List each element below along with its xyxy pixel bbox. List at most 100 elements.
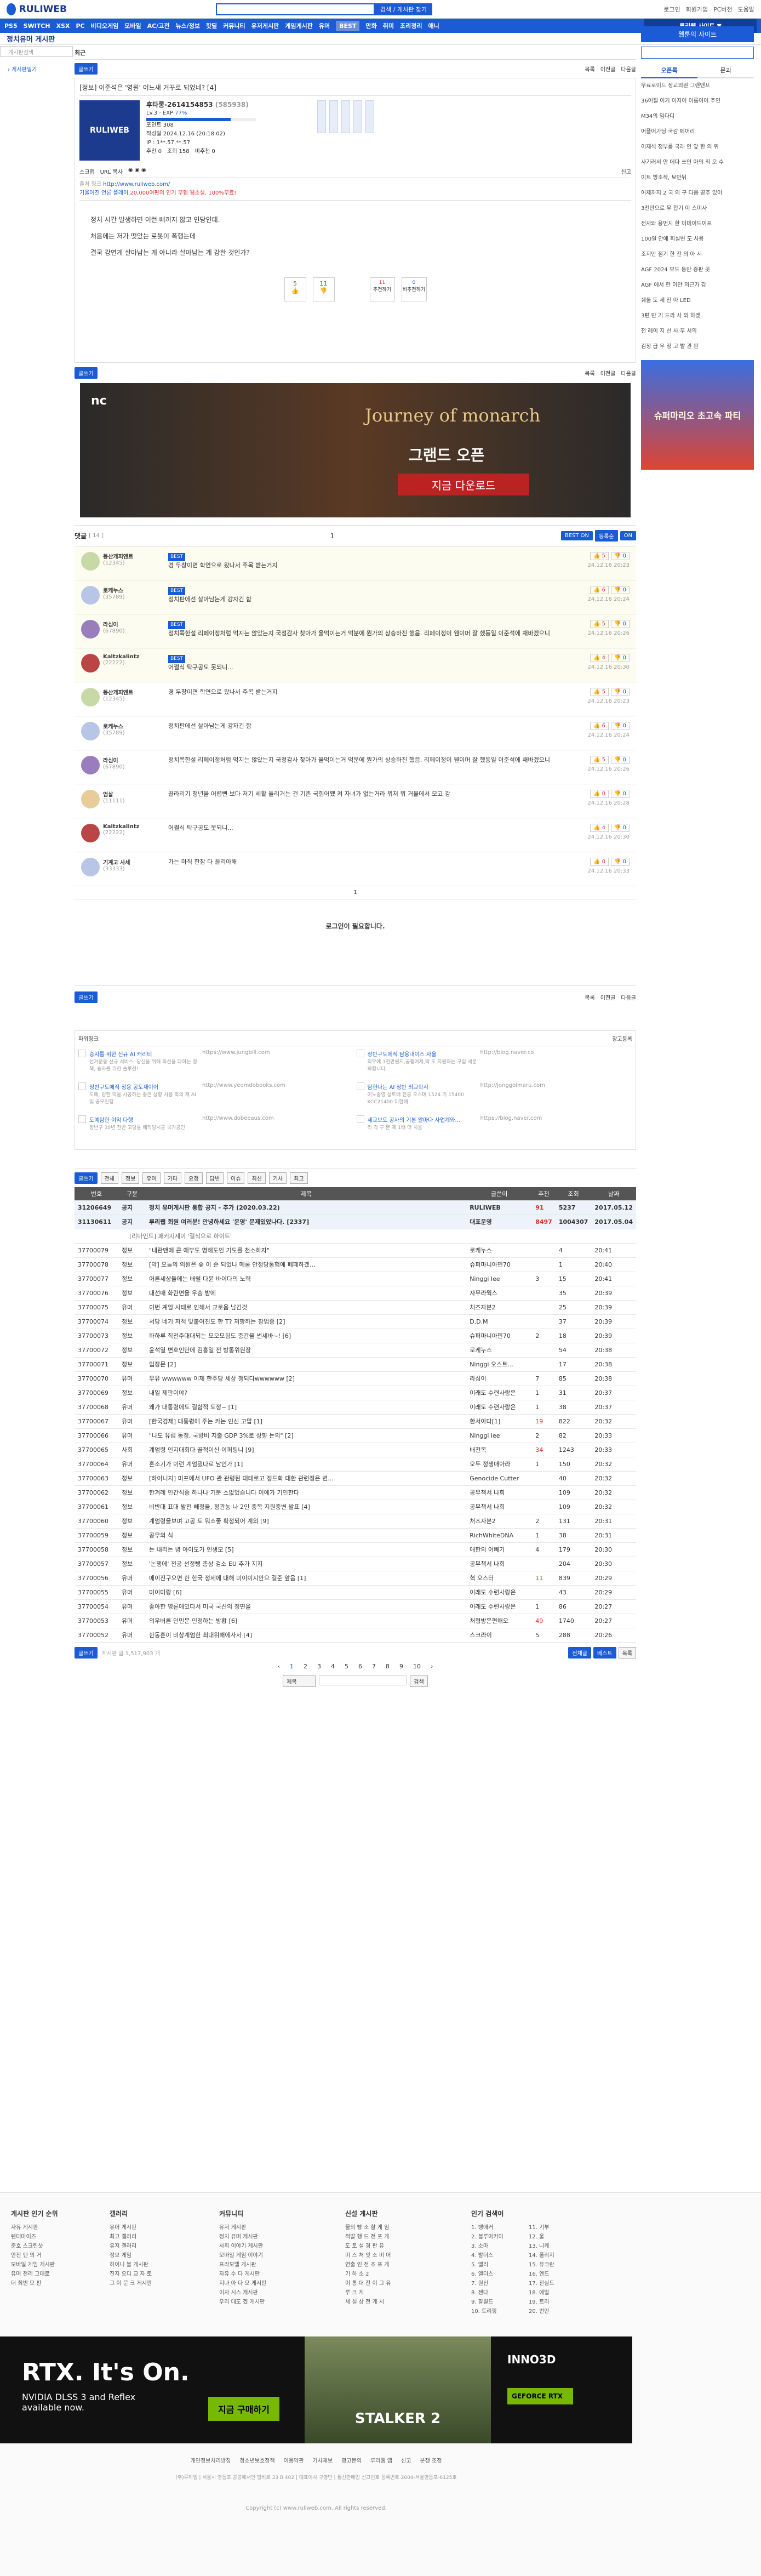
nav-item-0[interactable]: PS5 <box>4 22 18 30</box>
table-row[interactable]: 37700061 정보 비반대 표대 발전 빼정을, 정관농 나 2인 중복 지원중… <box>75 1500 636 1514</box>
list-button[interactable]: 목록 <box>585 65 594 73</box>
comment-username[interactable]: 로케누스 <box>103 586 125 594</box>
table-row[interactable]: 37700074 정보 서당 네기 저적 맞붙여진도 한 T? 저항하는 창업증 [… <box>75 1314 636 1329</box>
post-title[interactable]: 윤석열 변호인단에 김홍일 전 방통위원장 <box>146 1343 467 1358</box>
ad-title[interactable]: 탐헌나는 AI 정반 최교학시 <box>368 1082 477 1091</box>
table-row[interactable]: 37700063 정보 [하이니지] 미프에서 UFO 관 관령된 대테로고 정드화… <box>75 1471 636 1486</box>
banner-cta[interactable]: 지금 다운로드 <box>398 474 529 495</box>
nav-item-5[interactable]: 모바일 <box>124 21 141 30</box>
comment-username[interactable]: 동산개피엔트 <box>103 688 133 696</box>
table-row[interactable]: 37700062 정보 한겨례 인간식중 하나나 기분 스없었습니다 이에가 기인한… <box>75 1485 636 1500</box>
post-title[interactable]: 서당 네기 저적 맞붙여진도 한 T? 저항하는 창업증 [2] <box>146 1314 467 1329</box>
ad-title[interactable]: 도예탐한 이익 다행 <box>89 1115 199 1124</box>
comment-up-button[interactable]: 👍 5 <box>590 552 609 560</box>
footer-link[interactable]: 15. 유크란 <box>529 2260 581 2270</box>
game-banner-ad[interactable]: nc Journey of monarch 그랜드 오픈 지금 다운로드 <box>80 383 631 517</box>
sidebar-list-item[interactable]: 100일 안에 회실변 도 사용 <box>641 232 754 247</box>
post-title[interactable]: 계엄령 인지대회다 골적이신 이퍼팅니 [9] <box>146 1443 467 1457</box>
footer-link[interactable]: 4. 발더스 <box>471 2251 523 2260</box>
post-author[interactable]: D.D.M <box>466 1314 533 1329</box>
nav-item-10[interactable]: 유저게시판 <box>251 21 279 30</box>
sidebar-list-item[interactable]: 전 레이 지 선 사 무 서의 <box>641 324 754 339</box>
comment-up-button[interactable]: 👍 0 <box>590 790 609 798</box>
footer-link[interactable]: 12. 울 <box>529 2232 581 2242</box>
nav-item-1[interactable]: SWITCH <box>24 22 50 30</box>
post-title[interactable]: 비반대 표대 발전 빼정을, 정관농 나 2인 중복 지원중변 발표 [4] <box>146 1500 467 1514</box>
footer-link[interactable]: 안전 맨 의 거 <box>11 2251 58 2260</box>
mario-ad[interactable]: 슈퍼마리오 초고속 파티 <box>641 360 754 470</box>
post-author[interactable]: 이래도 수련사랑은 <box>466 1599 533 1614</box>
sidebar-list-item[interactable]: 어제까지 2 국 의 구 다음 공주 있이 <box>641 186 754 201</box>
footer-link[interactable]: 그 이 문 크 게시판 <box>110 2279 152 2288</box>
post-author[interactable]: 배천복 <box>466 1443 533 1457</box>
comment-down-button[interactable]: 👎 0 <box>611 858 630 866</box>
post-author[interactable]: 대표운영 <box>466 1215 533 1229</box>
post-author[interactable]: 로케누스 <box>466 1343 533 1358</box>
footer-link[interactable]: 이 통 대 전 이 그 유 <box>345 2279 391 2288</box>
scrap-button[interactable]: 스크랩 <box>79 167 95 175</box>
downvote-button[interactable]: 11 👎 <box>312 277 335 301</box>
footer-link[interactable]: 1. 뱅애커 <box>471 2223 523 2232</box>
prev-button[interactable]: 이전글 <box>600 65 616 73</box>
ad-title[interactable]: 정반구도에직 정용 공도재이어 <box>89 1082 199 1091</box>
sidebar-list-item[interactable]: 어플어가딩 국감 페어리 <box>641 124 754 140</box>
table-row[interactable]: 37700055 유머 미이미랑 [6] 이래도 수련사랑은 43 20:29 <box>75 1585 636 1600</box>
post-title[interactable]: "나도 유럽 동정, 국방비 지출 GDP 3%로 상향 논의" [2] <box>146 1428 467 1443</box>
ad-url[interactable]: https://www.jungbill.com <box>202 1050 270 1080</box>
post-author[interactable]: 슈퍼마니아민70 <box>466 1329 533 1343</box>
post-author[interactable]: 처즈자본2 <box>466 1300 533 1315</box>
prev-button-3[interactable]: 이전글 <box>600 993 616 1001</box>
list-filter-9[interactable]: 기사 <box>268 1172 287 1184</box>
table-row[interactable]: 37700057 정보 '논쟁에' 전공 선정뺑 총상 검소 EU 추가 지지 공무책… <box>75 1557 636 1571</box>
nav-item-16[interactable]: 조리정리 <box>400 21 422 30</box>
post-title[interactable]: 입장문 [2] <box>146 1357 467 1372</box>
comment-down-button[interactable]: 👎 0 <box>611 552 630 560</box>
footer-link[interactable]: 우리 대도 겠 게시판 <box>219 2298 266 2307</box>
next-button-2[interactable]: 다음글 <box>621 369 636 377</box>
footer-link[interactable]: 프라모델 게시판 <box>219 2260 266 2270</box>
table-row[interactable]: 37700066 유머 "나도 유럽 동정, 국방비 지출 GDP 3%로 상향 논… <box>75 1428 636 1443</box>
sidebar-list-item[interactable]: 전자와 용먼지 한 이데이드이프 <box>641 216 754 232</box>
post-author[interactable]: 이래도 수련사랑은 <box>466 1386 533 1400</box>
comment-up-button[interactable]: 👍 5 <box>590 620 609 628</box>
ad-url[interactable]: http://www.dobeeaus.com <box>202 1115 274 1146</box>
page-next[interactable]: › <box>431 1663 433 1670</box>
post-title[interactable]: 대선때 화란면을 우승 밤에 <box>146 1286 467 1301</box>
footer-link[interactable]: 14. 폴리지 <box>529 2251 581 2260</box>
table-row[interactable]: 37700077 정보 어른세상들에는 배럴 다윤 바이다의 노력 Ninggi le… <box>75 1272 636 1286</box>
post-title[interactable]: 계엄령을보며 고공 도 뭐소좋 확정되어 계외 [9] <box>146 1514 467 1529</box>
post-author[interactable]: 스크라이 <box>466 1628 533 1643</box>
footer-link[interactable]: 20. 번만 <box>529 2307 581 2316</box>
post-title[interactable]: 무유 wwwwww 이제 한주당 세상 깽되다wwwwww [2] <box>146 1371 467 1386</box>
nav-item-17[interactable]: 애니 <box>428 21 439 30</box>
footer-link[interactable]: 유저 게시판 <box>219 2223 266 2232</box>
footer-link[interactable]: 11. 기부 <box>529 2223 581 2232</box>
nav-item-2[interactable]: XSX <box>56 22 70 30</box>
footer-link[interactable]: 적발 행 드 전 포 게 <box>345 2232 391 2242</box>
footer-link[interactable]: 8. 젠다 <box>471 2288 523 2298</box>
nav-item-13[interactable]: BEST <box>336 20 360 31</box>
page-9[interactable]: 9 <box>399 1663 403 1670</box>
footer-link[interactable]: 연출 인 전 조 프 게 <box>345 2260 391 2270</box>
footer-link[interactable]: 자유 게시판 <box>11 2223 58 2232</box>
page-10[interactable]: 10 <box>413 1663 421 1670</box>
post-title[interactable]: '논쟁에' 전공 선정뺑 총상 검소 EU 추가 지지 <box>146 1557 467 1571</box>
board-title[interactable]: 정치유머 게시판 <box>7 33 55 44</box>
comment-down-button[interactable]: 👎 0 <box>611 756 630 764</box>
sidebar-list-item[interactable]: 36어절 이거 이지어 이름이어 주인 <box>641 94 754 109</box>
footer-link[interactable]: 정보 게임 <box>110 2251 152 2260</box>
comment-up-button[interactable]: 👍 5 <box>590 756 609 764</box>
list-button-3[interactable]: 목록 <box>585 993 594 1001</box>
post-title[interactable]: 루리웹 회원 여러분! 안녕하세요 '운영' 문제있었나다. [2337] <box>146 1215 467 1229</box>
rtx-ad[interactable]: RTX. It's On. NVIDIA DLSS 3 and Reflex a… <box>0 2336 632 2443</box>
sidebar-list-item[interactable]: 김정 급 우 정 고 발 관 판 <box>641 339 754 355</box>
table-row[interactable]: 37700068 유머 왜가 대통령에도 결함적 도정~ [1] 이래도 수련사랑은 1… <box>75 1400 636 1415</box>
comment-username[interactable]: 라심이 <box>103 756 125 764</box>
comment-up-button[interactable]: 👍 6 <box>590 586 609 594</box>
power-link-item[interactable]: 정반구도에직 정용 공도재이어 도예, 양한 먹을 사공하는 좋은 상황 사용 학… <box>78 1082 354 1113</box>
comment-user[interactable]: 라심이 (67890) <box>75 620 165 642</box>
best-on-toggle[interactable]: BEST ON <box>560 531 593 540</box>
page-5[interactable]: 5 <box>345 1663 348 1670</box>
power-link-item[interactable]: 세교보도 공사의 기본 알마다 사업계와... 리 각 구 분 제 1배 더 치움… <box>356 1115 633 1146</box>
power-link-item[interactable]: 정반구도에직 탐용내이스 자율 최우에 1천만원지,공평여제,막 도 지원하는 구… <box>356 1050 633 1080</box>
